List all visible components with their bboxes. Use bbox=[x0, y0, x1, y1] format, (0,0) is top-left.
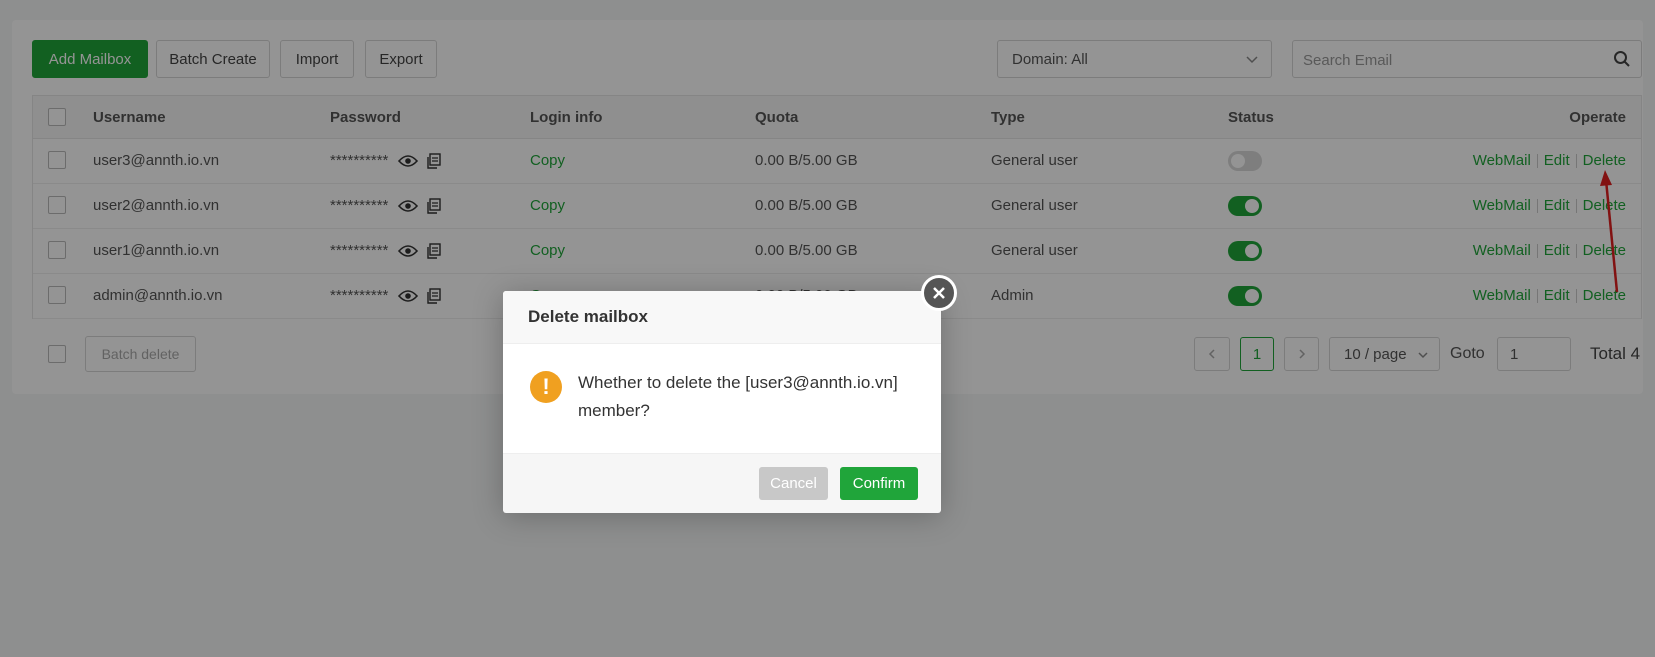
warning-icon: ! bbox=[530, 371, 562, 403]
dialog-message: Whether to delete the [user3@annth.io.vn… bbox=[578, 373, 898, 420]
delete-mailbox-dialog: Delete mailbox ! Whether to delete the [… bbox=[503, 275, 957, 513]
dialog-header: Delete mailbox bbox=[503, 291, 941, 344]
dialog-title: Delete mailbox bbox=[528, 307, 648, 326]
confirm-button[interactable]: Confirm bbox=[840, 467, 918, 500]
close-icon[interactable] bbox=[921, 275, 957, 311]
cancel-button[interactable]: Cancel bbox=[759, 467, 828, 500]
dialog-footer: Cancel Confirm bbox=[503, 453, 941, 513]
dialog-body: ! Whether to delete the [user3@annth.io.… bbox=[503, 343, 941, 453]
